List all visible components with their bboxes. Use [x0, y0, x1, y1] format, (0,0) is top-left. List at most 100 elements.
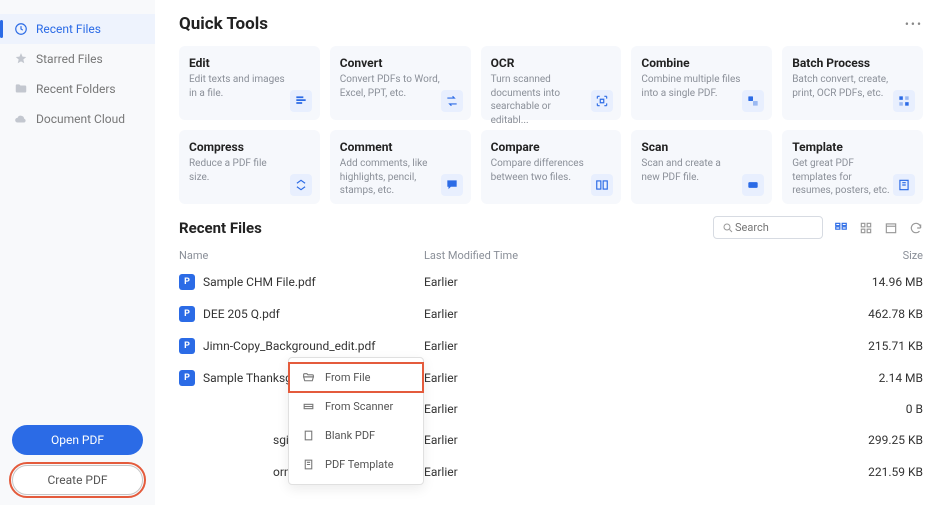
- pdf-icon: P: [179, 338, 195, 354]
- file-size: 221.59 KB: [833, 465, 923, 479]
- file-time: Earlier: [424, 402, 833, 416]
- refresh-icon[interactable]: [908, 220, 923, 235]
- pdf-icon: P: [179, 274, 195, 290]
- file-name: Jimn-Copy_Background_edit.pdf: [203, 339, 375, 353]
- page-title: Quick Tools: [179, 14, 268, 34]
- star-icon: [14, 52, 28, 66]
- tool-title: Template: [792, 140, 913, 154]
- tool-title: Comment: [340, 140, 461, 154]
- file-name: DEE 205 Q.pdf: [203, 307, 280, 321]
- header: Quick Tools •••: [179, 14, 923, 34]
- sidebar: Recent Files Starred Files Recent Folder…: [0, 0, 155, 505]
- pdf-icon: P: [179, 306, 195, 322]
- menu-item-blank-pdf[interactable]: Blank PDF: [289, 421, 423, 450]
- menu-item-from-file[interactable]: From File: [289, 363, 423, 392]
- folder-icon: [14, 82, 28, 96]
- convert-icon: [441, 90, 463, 112]
- comment-icon: [441, 174, 463, 196]
- file-time: Earlier: [424, 339, 833, 353]
- tool-title: Compress: [189, 140, 310, 154]
- tool-template[interactable]: Template Get great PDF templates for res…: [782, 130, 923, 204]
- recent-files-title: Recent Files: [179, 219, 262, 237]
- tool-comment[interactable]: Comment Add comments, like highlights, p…: [330, 130, 471, 204]
- folder-open-icon: [301, 370, 316, 385]
- batch-icon: [893, 90, 915, 112]
- tool-title: Convert: [340, 56, 461, 70]
- tool-batch[interactable]: Batch Process Batch convert, create, pri…: [782, 46, 923, 120]
- file-time: Earlier: [424, 307, 833, 321]
- edit-icon: [290, 90, 312, 112]
- sidebar-item-recent-files[interactable]: Recent Files: [0, 14, 155, 44]
- search-input[interactable]: [735, 221, 815, 234]
- tool-desc: Turn scanned documents into searchable o…: [491, 73, 591, 127]
- blank-page-icon: [301, 428, 316, 443]
- tool-title: Combine: [641, 56, 762, 70]
- col-size: Size: [833, 249, 923, 262]
- menu-label: Blank PDF: [325, 429, 375, 442]
- file-name: Sample CHM File.pdf: [203, 275, 316, 289]
- view-list-icon[interactable]: [833, 220, 848, 235]
- menu-label: From Scanner: [325, 400, 393, 413]
- tool-compress[interactable]: Compress Reduce a PDF file size.: [179, 130, 320, 204]
- table-row[interactable]: P Sample CHM File.pdf Earlier14.96 MB: [179, 266, 923, 298]
- tool-title: Edit: [189, 56, 310, 70]
- tool-desc: Convert PDFs to Word, Excel, PPT, etc.: [340, 73, 440, 100]
- tool-desc: Add comments, like highlights, pencil, s…: [340, 157, 440, 198]
- file-time: Earlier: [424, 465, 833, 479]
- cloud-icon: [14, 112, 28, 126]
- combine-icon: [742, 90, 764, 112]
- file-time: Earlier: [424, 275, 833, 289]
- table-row[interactable]: P DEE 205 Q.pdf Earlier462.78 KB: [179, 298, 923, 330]
- tool-desc: Edit texts and images in a file.: [189, 73, 289, 100]
- quick-tools-grid: Edit Edit texts and images in a file. Co…: [179, 46, 923, 204]
- tool-desc: Combine multiple files into a single PDF…: [641, 73, 741, 100]
- recent-files-header: Recent Files: [179, 216, 923, 239]
- search-box[interactable]: [713, 216, 823, 239]
- sidebar-item-label: Starred Files: [36, 52, 103, 66]
- recent-toolbar: [713, 216, 923, 239]
- file-size: 462.78 KB: [833, 307, 923, 321]
- sidebar-item-document-cloud[interactable]: Document Cloud: [0, 104, 155, 134]
- file-size: 14.96 MB: [833, 275, 923, 289]
- more-icon[interactable]: •••: [905, 17, 923, 31]
- menu-label: From File: [325, 371, 370, 384]
- sidebar-item-label: Recent Folders: [36, 82, 116, 96]
- menu-item-from-scanner[interactable]: From Scanner: [289, 392, 423, 421]
- create-pdf-button[interactable]: Create PDF: [12, 465, 143, 495]
- col-time: Last Modified Time: [424, 249, 833, 262]
- tool-title: Scan: [641, 140, 762, 154]
- col-name: Name: [179, 249, 424, 262]
- sidebar-buttons: Open PDF Create PDF: [0, 415, 155, 505]
- template-page-icon: [301, 457, 316, 472]
- scan-icon: [742, 174, 764, 196]
- sidebar-item-recent-folders[interactable]: Recent Folders: [0, 74, 155, 104]
- tool-compare[interactable]: Compare Compare differences between two …: [481, 130, 622, 204]
- tool-combine[interactable]: Combine Combine multiple files into a si…: [631, 46, 772, 120]
- view-grid-icon[interactable]: [858, 220, 873, 235]
- file-size: 299.25 KB: [833, 433, 923, 447]
- tool-title: OCR: [491, 56, 612, 70]
- compare-icon: [591, 174, 613, 196]
- create-pdf-menu: From File From Scanner Blank PDF PDF Tem…: [288, 357, 424, 485]
- tool-desc: Get great PDF templates for resumes, pos…: [792, 157, 892, 198]
- tool-ocr[interactable]: OCR Turn scanned documents into searchab…: [481, 46, 622, 120]
- sidebar-item-starred-files[interactable]: Starred Files: [0, 44, 155, 74]
- tool-title: Compare: [491, 140, 612, 154]
- tool-convert[interactable]: Convert Convert PDFs to Word, Excel, PPT…: [330, 46, 471, 120]
- file-size: 215.71 KB: [833, 339, 923, 353]
- tool-edit[interactable]: Edit Edit texts and images in a file.: [179, 46, 320, 120]
- sidebar-item-label: Document Cloud: [36, 112, 125, 126]
- tool-desc: Batch convert, create, print, OCR PDFs, …: [792, 73, 892, 100]
- tool-scan[interactable]: Scan Scan and create a new PDF file.: [631, 130, 772, 204]
- open-pdf-button[interactable]: Open PDF: [12, 425, 143, 455]
- calendar-icon[interactable]: [883, 220, 898, 235]
- sidebar-item-label: Recent Files: [36, 22, 101, 36]
- search-icon: [720, 220, 735, 235]
- file-size: 2.14 MB: [833, 371, 923, 385]
- file-size: 0 B: [833, 402, 923, 416]
- table-header: Name Last Modified Time Size: [179, 245, 923, 266]
- menu-item-pdf-template[interactable]: PDF Template: [289, 450, 423, 479]
- main: Quick Tools ••• Edit Edit texts and imag…: [155, 0, 945, 505]
- scanner-icon: [301, 399, 316, 414]
- tool-desc: Scan and create a new PDF file.: [641, 157, 741, 184]
